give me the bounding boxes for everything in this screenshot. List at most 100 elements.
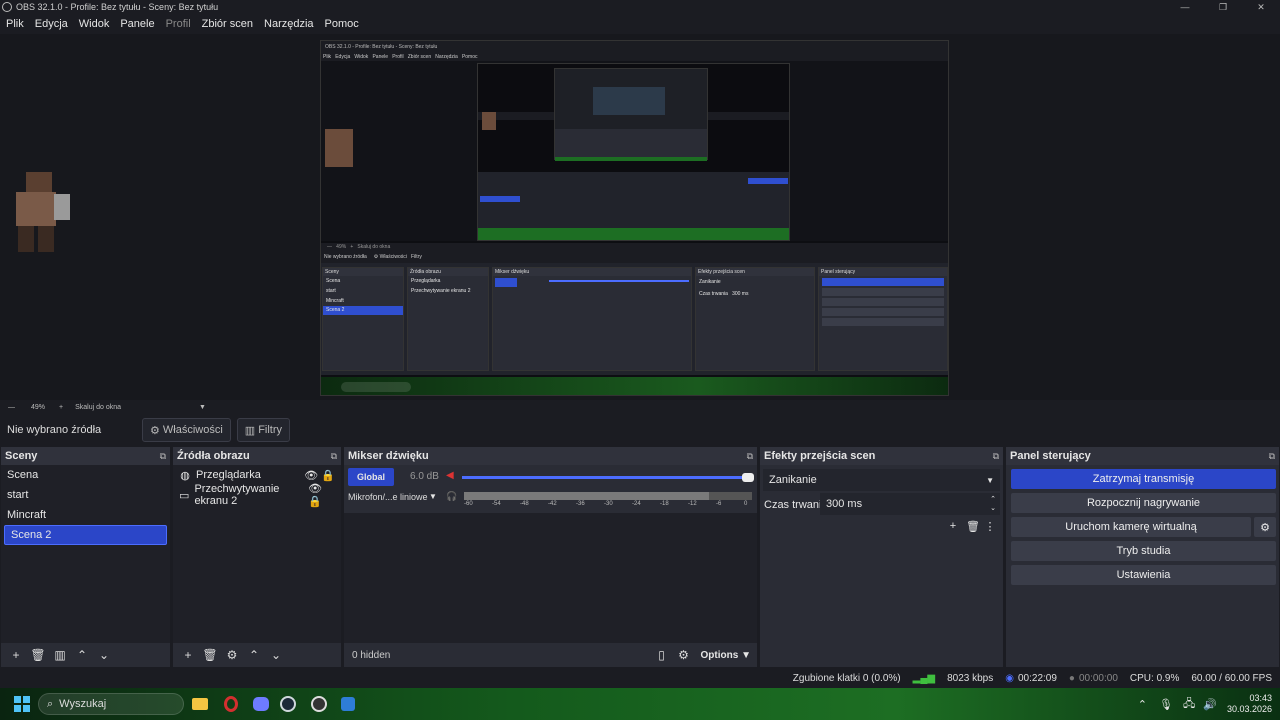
menu-view[interactable]: Widok <box>79 18 110 30</box>
transition-select[interactable]: Zanikanie ▼ <box>763 469 1000 491</box>
volume-icon[interactable]: 🔊 <box>1203 698 1217 711</box>
scene-item[interactable]: Mincraft <box>1 505 170 525</box>
zoom-out-button[interactable]: — <box>8 404 15 411</box>
scale-mode[interactable]: Skaluj do okna <box>75 404 121 411</box>
eye-icon[interactable]: 👁 <box>308 483 322 495</box>
scene-item[interactable]: Scena <box>1 465 170 485</box>
chevron-down-icon[interactable]: ⌄ <box>265 645 287 665</box>
file-explorer-icon[interactable] <box>190 694 210 714</box>
trash-icon[interactable]: 🗑 <box>27 645 49 665</box>
minimize-icon[interactable]: — <box>1166 0 1204 14</box>
filters-button[interactable]: ▥ Filtry <box>236 418 291 442</box>
duration-label: Czas trwania <box>764 499 828 511</box>
menu-edit[interactable]: Edycja <box>35 18 68 30</box>
menu-docks[interactable]: Panele <box>120 18 154 30</box>
mic-level-meter <box>464 492 752 500</box>
more-icon[interactable]: ⋮ <box>983 517 997 535</box>
preview-zoom-row: — 49% + Skaluj do okna ▼ <box>0 400 1280 414</box>
opera-icon[interactable] <box>221 694 241 714</box>
mixer-title: Mikser dźwięku <box>348 450 429 462</box>
add-icon[interactable]: + <box>5 645 27 665</box>
layout-icon[interactable]: ▯ <box>651 645 673 665</box>
duration-stepper[interactable]: ⌃ ⌄ <box>990 495 996 513</box>
popout-icon[interactable]: ⧉ <box>1269 451 1275 462</box>
lock-icon[interactable]: 🔒 <box>308 496 322 508</box>
discord-icon[interactable] <box>251 694 271 714</box>
menu-bar: Plik Edycja Widok Panele Profil Zbiór sc… <box>0 14 1280 34</box>
chevron-up-icon[interactable]: ⌃ <box>71 645 93 665</box>
gear-icon[interactable]: ⚙ <box>221 645 243 665</box>
network-icon[interactable]: 🖧 <box>1183 695 1195 714</box>
source-label: Przechwytywanie ekranu 2 <box>194 483 280 507</box>
gear-icon: ⚙ <box>1260 521 1270 534</box>
maximize-icon[interactable]: ❐ <box>1204 0 1242 14</box>
taskbar-search[interactable]: ⌕ Wyszukaj <box>38 693 184 715</box>
db-tick-label: -36 <box>576 501 585 507</box>
microphone-icon[interactable]: 🎙 <box>1159 698 1173 711</box>
start-record-button[interactable]: Rozpocznij nagrywanie <box>1011 493 1276 513</box>
app-icon[interactable] <box>338 694 358 714</box>
zoom-in-button[interactable]: + <box>59 404 63 411</box>
trash-icon[interactable]: 🗑 <box>963 517 983 535</box>
menu-scene-collection[interactable]: Zbiór scen <box>202 18 253 30</box>
zoom-level: 49% <box>31 403 46 411</box>
nested-canvas <box>477 63 790 241</box>
taskbar: ⌕ Wyszukaj ⌃ 🎙 🖧 🔊 03:43 30.03.2026 <box>0 688 1280 720</box>
preview-area[interactable]: OBS 32.1.0 - Profile: Bez tytułu - Sceny… <box>0 34 1280 400</box>
add-icon[interactable]: + <box>177 645 199 665</box>
stop-stream-button[interactable]: Zatrzymaj transmisję <box>1011 469 1276 489</box>
menu-file[interactable]: Plik <box>6 18 24 30</box>
windows-start-icon[interactable] <box>12 694 32 714</box>
obs-taskbar-icon[interactable] <box>309 694 329 714</box>
studio-mode-button[interactable]: Tryb studia <box>1011 541 1276 561</box>
mic-dropdown-chevron-icon[interactable]: ▼ <box>429 492 437 501</box>
bitrate: 8023 kbps <box>947 672 994 684</box>
scale-mode-chevron-icon[interactable]: ▼ <box>199 404 206 411</box>
sources-dock: Źródła obrazu ⧉ ◍ Przeglądarka 👁 🔒 ▭ Przech… <box>172 446 342 668</box>
headphones-icon[interactable]: 🎧 <box>446 491 457 502</box>
clock[interactable]: 03:43 30.03.2026 <box>1227 693 1272 715</box>
system-tray: ⌃ 🎙 🖧 🔊 03:43 30.03.2026 <box>1138 688 1272 720</box>
speaker-muted-icon[interactable]: ◀ <box>446 470 454 481</box>
virtual-cam-settings-button[interactable]: ⚙ <box>1254 517 1276 537</box>
duration-field[interactable]: 300 ms ⌃ ⌄ <box>820 493 1000 515</box>
steam-icon[interactable] <box>278 694 298 714</box>
mic-channel-label[interactable]: Mikrofon/...e liniowe <box>348 492 428 502</box>
popout-icon[interactable]: ⧉ <box>993 451 999 462</box>
status-bar: Zgubione klatki 0 (0.0%) ▂▄▆ 8023 kbps ◉… <box>0 668 1280 688</box>
virtual-cam-button[interactable]: Uruchom kamerę wirtualną <box>1011 517 1251 537</box>
chevron-up-icon[interactable]: ⌃ <box>1138 698 1147 711</box>
mixer-settings-icon[interactable]: ⚙ <box>673 645 695 665</box>
options-button[interactable]: Options ▼ <box>701 650 751 661</box>
popout-icon[interactable]: ⧉ <box>747 451 753 462</box>
chevron-down-icon: ▼ <box>986 475 994 485</box>
scenes-dock: Sceny ⧉ Scena start Mincraft Scena 2 + 🗑 … <box>0 446 171 668</box>
source-item[interactable]: ▭ Przechwytywanie ekranu 2 👁 🔒 <box>173 483 341 508</box>
nested-preview <box>321 61 948 241</box>
lock-icon[interactable]: 🔒 <box>321 470 335 482</box>
preview-canvas[interactable]: OBS 32.1.0 - Profile: Bez tytułu - Sceny… <box>320 40 949 396</box>
global-volume-slider[interactable] <box>462 473 754 482</box>
menu-help[interactable]: Pomoc <box>325 18 359 30</box>
chevron-down-icon[interactable]: ⌄ <box>93 645 115 665</box>
filter-icon[interactable]: ▥ <box>49 645 71 665</box>
nested-taskbar <box>321 377 948 395</box>
global-channel-label[interactable]: Global <box>348 468 394 486</box>
clock-date: 30.03.2026 <box>1226 704 1272 714</box>
close-icon[interactable]: ✕ <box>1242 0 1280 14</box>
scene-item[interactable]: start <box>1 485 170 505</box>
eye-icon[interactable]: 👁 <box>304 470 318 482</box>
menu-profile[interactable]: Profil <box>166 18 191 30</box>
source-label: Przeglądarka <box>196 469 261 481</box>
chevron-up-icon[interactable]: ⌃ <box>243 645 265 665</box>
db-tick-label: -60 <box>464 501 473 507</box>
settings-button[interactable]: Ustawienia <box>1011 565 1276 585</box>
add-icon[interactable]: + <box>943 517 963 535</box>
popout-icon[interactable]: ⧉ <box>331 451 337 462</box>
scene-item-selected[interactable]: Scena 2 <box>4 525 167 545</box>
menu-tools[interactable]: Narzędzia <box>264 18 314 30</box>
properties-button[interactable]: ⚙ Właściwości <box>142 418 231 442</box>
popout-icon[interactable]: ⧉ <box>160 451 166 462</box>
trash-icon[interactable]: 🗑 <box>199 645 221 665</box>
title-bar: OBS 32.1.0 - Profile: Bez tytułu - Sceny… <box>0 0 1280 14</box>
